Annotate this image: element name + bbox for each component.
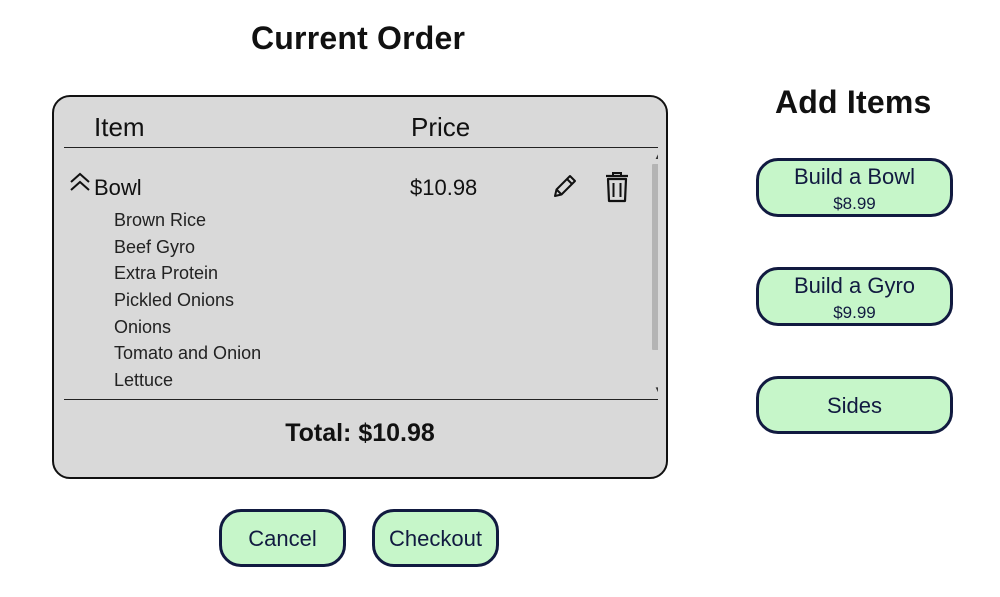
pencil-icon[interactable] xyxy=(550,171,580,201)
trash-icon[interactable] xyxy=(604,171,630,203)
add-items-title: Add Items xyxy=(775,84,932,120)
sides-button[interactable]: Sides xyxy=(756,376,953,434)
build-gyro-label: Build a Gyro xyxy=(793,273,916,298)
build-gyro-button[interactable]: Build a Gyro $9.99 xyxy=(756,267,953,326)
total-divider xyxy=(64,399,658,400)
ingredient-list: Brown Rice Beef Gyro Extra Protein Pickl… xyxy=(114,207,261,394)
column-header-price: Price xyxy=(411,112,471,142)
column-header-item: Item xyxy=(94,112,145,142)
order-screen: Current Order Item Price Bowl $10.98 Bro… xyxy=(0,0,1000,597)
order-item-list[interactable]: Bowl $10.98 Brown Rice Beef Gyro Extra P… xyxy=(64,149,658,398)
ingredient-item: Onions xyxy=(114,316,172,337)
order-item-price: $10.98 xyxy=(410,175,478,200)
build-bowl-button[interactable]: Build a Bowl $8.99 xyxy=(756,158,953,217)
ingredient-item: Lettuce xyxy=(114,370,174,391)
checkout-button-label: Checkout xyxy=(389,526,482,551)
cancel-button[interactable]: Cancel xyxy=(219,509,346,567)
scroll-up-arrow-icon[interactable]: ▲ xyxy=(652,151,658,163)
ingredient-item: Beef Gyro xyxy=(114,236,196,257)
scroll-down-arrow-icon[interactable]: ▼ xyxy=(652,384,658,396)
order-panel: Item Price Bowl $10.98 Brown Rice Beef G… xyxy=(52,95,668,479)
order-total: Total: $10.98 xyxy=(285,419,435,447)
checkout-button[interactable]: Checkout xyxy=(372,509,499,567)
build-bowl-label: Build a Bowl xyxy=(793,164,916,189)
chevron-double-up-icon[interactable] xyxy=(68,171,92,193)
ingredient-item: Tomato and Onion xyxy=(114,343,262,364)
build-gyro-price: $9.99 xyxy=(833,303,876,322)
build-bowl-price: $8.99 xyxy=(833,194,876,213)
order-item-name: Bowl xyxy=(94,175,142,200)
order-item-row[interactable]: Bowl $10.98 xyxy=(64,169,639,203)
cancel-button-label: Cancel xyxy=(248,526,317,551)
order-list-scrollbar[interactable]: ▲ ▼ xyxy=(650,151,658,396)
ingredient-item: Extra Protein xyxy=(114,263,219,284)
scrollbar-thumb[interactable] xyxy=(652,164,658,350)
header-divider xyxy=(64,147,658,148)
current-order-title: Current Order xyxy=(251,20,466,56)
ingredient-item: Pickled Onions xyxy=(114,290,235,311)
sides-label: Sides xyxy=(826,393,883,418)
ingredient-item: Brown Rice xyxy=(114,210,207,230)
